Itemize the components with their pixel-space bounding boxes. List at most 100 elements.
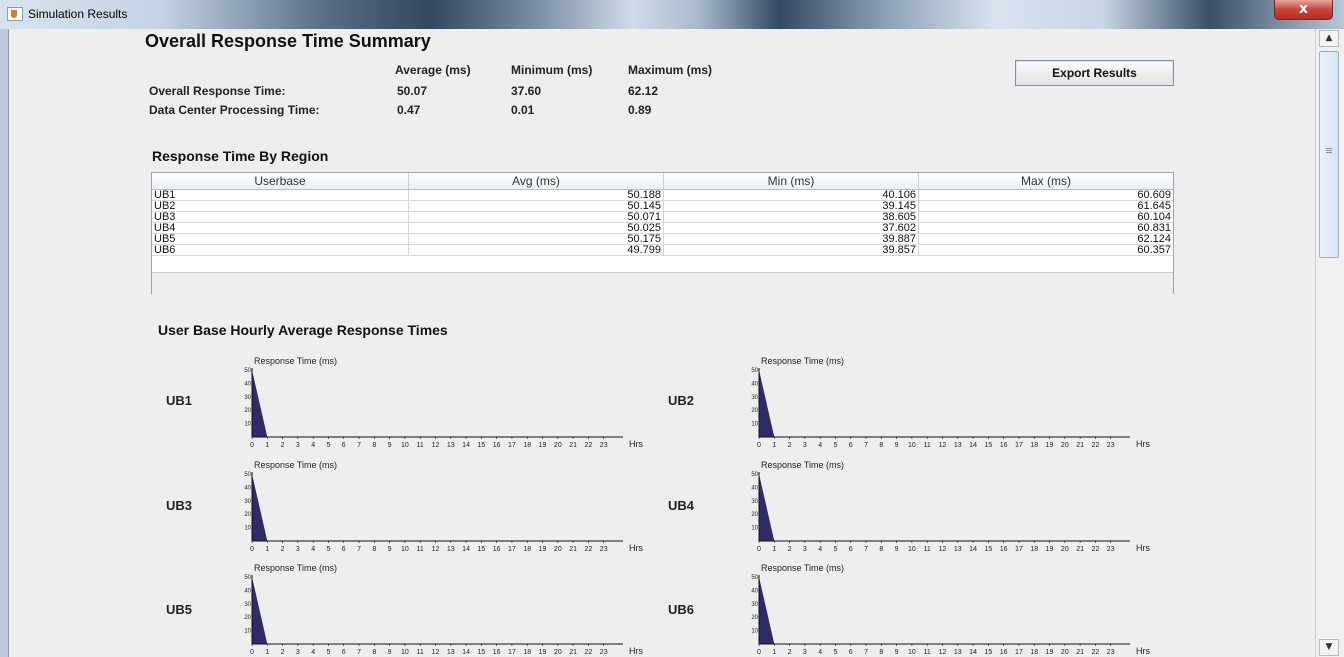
ub3-hourly-chart: Response Time (ms) 10 20 30 40 50 0 1 2 3 4 5 6 7 8 9 10… (230, 457, 650, 561)
window-title: Simulation Results (28, 7, 128, 21)
cell-max: 61.645 (919, 201, 1173, 212)
y-tick-label: 50 (751, 472, 758, 478)
table-row[interactable]: UB1 50.188 40.106 60.609 (152, 190, 1173, 201)
table-header: Userbase Avg (ms) Min (ms) Max (ms) (152, 173, 1173, 190)
x-tick-label: 0 (250, 546, 254, 553)
cell-userbase: UB1 (152, 190, 409, 201)
series-area (759, 370, 1111, 437)
header-max[interactable]: Max (ms) (919, 173, 1173, 189)
x-tick-label: 15 (477, 442, 485, 449)
cell-min: 39.145 (664, 201, 919, 212)
x-tick-label: 12 (939, 546, 947, 553)
x-tick-label: 10 (908, 649, 916, 656)
chart-plot: Response Time (ms)10203040500 1 2 3 4 5 6 7 8 9 10… (244, 563, 643, 656)
x-tick-label: 10 (908, 442, 916, 449)
scroll-thumb[interactable] (1319, 51, 1339, 258)
export-results-button[interactable]: Export Results (1015, 60, 1174, 86)
x-tick-label: 15 (984, 546, 992, 553)
cell-avg: 50.025 (409, 223, 664, 234)
x-tick-label: 10 (401, 546, 409, 553)
table-row[interactable]: UB3 50.071 38.605 60.104 (152, 212, 1173, 223)
x-tick-label: 2 (281, 442, 285, 449)
x-tick-label: 23 (600, 546, 608, 553)
x-tick-label: 18 (1030, 546, 1038, 553)
ub1-label: UB1 (166, 393, 193, 408)
table-row[interactable]: UB2 50.145 39.145 61.645 (152, 201, 1173, 212)
y-tick-label: 10 (751, 629, 758, 635)
x-tick-label: 17 (1015, 546, 1023, 553)
x-tick-label: 6 (342, 546, 346, 553)
x-tick-label: 16 (493, 442, 501, 449)
table-row[interactable]: UB5 50.175 39.887 62.124 (152, 234, 1173, 245)
scroll-up-arrow-icon[interactable]: ▲ (1319, 30, 1339, 47)
x-tick-label: 3 (296, 442, 300, 449)
x-tick-label: 11 (417, 442, 424, 449)
scroll-down-arrow-icon[interactable]: ▼ (1319, 639, 1339, 656)
x-tick-label: 19 (539, 546, 547, 553)
table-row[interactable]: UB4 50.025 37.602 60.831 (152, 223, 1173, 234)
y-axis-title: Response Time (ms) (254, 563, 337, 573)
x-tick-label: 23 (1107, 442, 1115, 449)
x-tick-label: 11 (417, 649, 424, 656)
x-tick-label: 10 (401, 442, 409, 449)
x-tick-label: 11 (924, 546, 931, 553)
grip-icon (1326, 148, 1332, 149)
ub1-hourly-chart: Response Time (ms) 10 20 30 40 50 0 1 2 3 4 5 6 7 8 9 10… (230, 353, 650, 457)
x-tick-label: 11 (417, 546, 424, 553)
header-avg[interactable]: Avg (ms) (409, 173, 664, 189)
chart-plot: Response Time (ms)10203040500 1 2 3 4 5 6 7 8 9 10… (244, 356, 643, 449)
title-bar[interactable]: Simulation Results x (0, 0, 1344, 30)
x-tick-label: 5 (327, 546, 331, 553)
x-tick-label: 1 (772, 546, 776, 553)
x-tick-label: 22 (1092, 546, 1100, 553)
x-tick-label: 12 (432, 546, 440, 553)
x-tick-label: 1 (772, 649, 776, 656)
chart-plot: Response Time (ms)10203040500 1 2 3 4 5 6 7 8 9 10… (751, 356, 1150, 449)
ub3-label: UB3 (166, 498, 193, 513)
cell-max: 60.609 (919, 190, 1173, 201)
x-tick-label: 6 (342, 649, 346, 656)
x-tick-label: 21 (569, 546, 577, 553)
region-table: Userbase Avg (ms) Min (ms) Max (ms) UB1 5… (151, 172, 1174, 294)
x-axis-title: Hrs (629, 543, 643, 553)
x-tick-label: 6 (342, 442, 346, 449)
x-tick-label: 19 (1046, 442, 1054, 449)
y-tick-label: 40 (751, 485, 758, 491)
x-tick-label: 23 (1107, 546, 1115, 553)
y-tick-label: 20 (244, 512, 251, 518)
x-tick-label: 0 (250, 442, 254, 449)
col-minimum-header: Minimum (ms) (511, 63, 593, 77)
cell-min: 39.887 (664, 234, 919, 245)
x-tick-label: 3 (803, 442, 807, 449)
y-axis-title: Response Time (ms) (254, 460, 337, 470)
close-button[interactable]: x (1274, 0, 1333, 20)
x-tick-label: 19 (1046, 546, 1054, 553)
x-axis-title: Hrs (629, 646, 643, 656)
cell-userbase: UB3 (152, 212, 409, 223)
x-tick-label: 8 (372, 649, 376, 656)
header-min[interactable]: Min (ms) (664, 173, 919, 189)
dc-processing-minimum: 0.01 (511, 103, 535, 117)
x-tick-label: 22 (585, 442, 593, 449)
x-tick-label: 6 (849, 546, 853, 553)
x-tick-label: 5 (834, 649, 838, 656)
x-tick-label: 11 (924, 442, 931, 449)
x-tick-label: 0 (757, 442, 761, 449)
window-left-border (0, 29, 8, 657)
x-tick-label: 3 (296, 649, 300, 656)
header-userbase[interactable]: Userbase (152, 173, 409, 189)
x-tick-label: 16 (1000, 442, 1008, 449)
table-row[interactable]: UB6 49.799 39.857 60.357 (152, 245, 1173, 256)
y-tick-label: 20 (751, 512, 758, 518)
x-tick-label: 15 (477, 649, 485, 656)
x-tick-label: 19 (539, 649, 547, 656)
chart-plot: Response Time (ms)10203040500 1 2 3 4 5 6 7 8 9 10… (244, 460, 643, 553)
ub2-hourly-chart: Response Time (ms) 10 20 30 40 50 0 1 2 3 4 5 6 7 8 9 10… (737, 353, 1157, 457)
cell-userbase: UB4 (152, 223, 409, 234)
x-tick-label: 12 (432, 649, 440, 656)
x-tick-label: 1 (265, 442, 269, 449)
x-tick-label: 2 (788, 546, 792, 553)
vertical-scrollbar[interactable]: ▲ ▼ (1315, 29, 1344, 657)
y-tick-label: 20 (751, 408, 758, 414)
x-tick-label: 15 (984, 442, 992, 449)
